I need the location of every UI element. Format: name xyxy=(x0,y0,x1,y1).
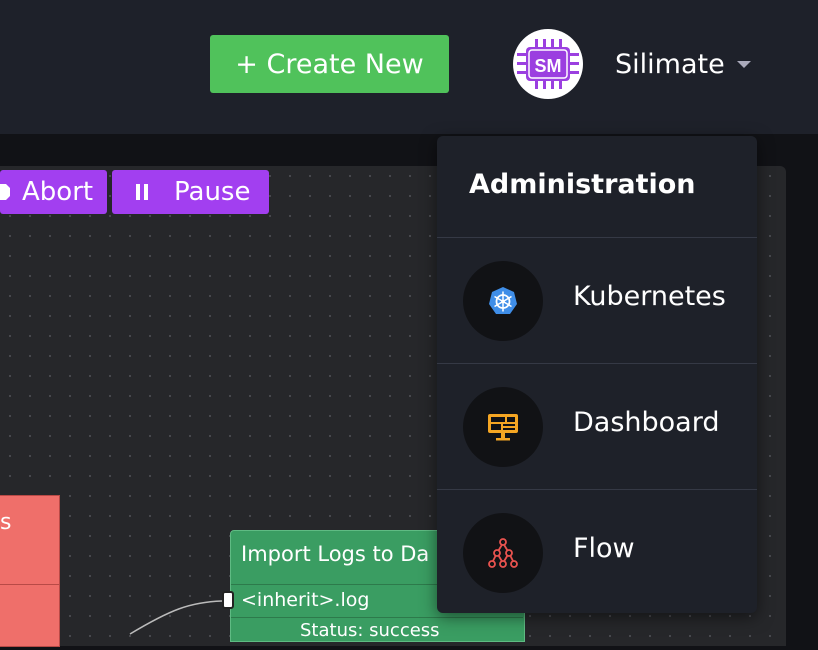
pause-icon xyxy=(136,184,148,200)
menu-item-kubernetes[interactable]: Kubernetes xyxy=(437,237,757,363)
abort-button[interactable]: Abort xyxy=(0,170,107,214)
avatar[interactable]: SM xyxy=(513,29,583,99)
input-port[interactable] xyxy=(222,591,234,609)
stop-icon xyxy=(0,184,10,200)
menu-item-dashboard[interactable]: Dashboard xyxy=(437,363,757,489)
create-new-button[interactable]: + Create New xyxy=(210,35,449,93)
chip-logo-icon: SM xyxy=(517,39,579,89)
user-menu-toggle[interactable]: Silimate xyxy=(615,46,751,82)
menu-item-flow[interactable]: Flow xyxy=(437,489,757,615)
node-title: Import Logs to Da xyxy=(241,542,430,566)
admin-dropdown-menu: Administration Kubernetes Dashboard Flow xyxy=(437,136,757,613)
pause-label: Pause xyxy=(174,177,251,207)
kubernetes-icon xyxy=(489,287,517,314)
node-divider xyxy=(231,617,523,618)
edge-connector xyxy=(129,600,223,635)
abort-label: Abort xyxy=(22,177,94,207)
pause-button[interactable]: Pause xyxy=(112,170,269,214)
dashboard-icon xyxy=(488,414,518,441)
menu-item-label: Flow xyxy=(573,533,635,564)
create-new-label: + Create New xyxy=(235,48,424,80)
svg-text:SM: SM xyxy=(535,56,562,76)
menu-item-label: Kubernetes xyxy=(573,281,726,312)
menu-item-label: Dashboard xyxy=(573,407,720,438)
port-label: <inherit>.log xyxy=(241,589,370,611)
icon-circle xyxy=(463,513,543,593)
icon-circle xyxy=(463,387,543,467)
dropdown-header: Administration xyxy=(469,169,696,200)
chevron-down-icon xyxy=(736,60,751,68)
node-divider xyxy=(0,584,59,585)
status-label: Status: success xyxy=(300,620,440,641)
icon-circle xyxy=(463,261,543,341)
flow-icon xyxy=(488,538,518,568)
red-node-label: s xyxy=(0,510,12,535)
user-name: Silimate xyxy=(615,48,725,80)
